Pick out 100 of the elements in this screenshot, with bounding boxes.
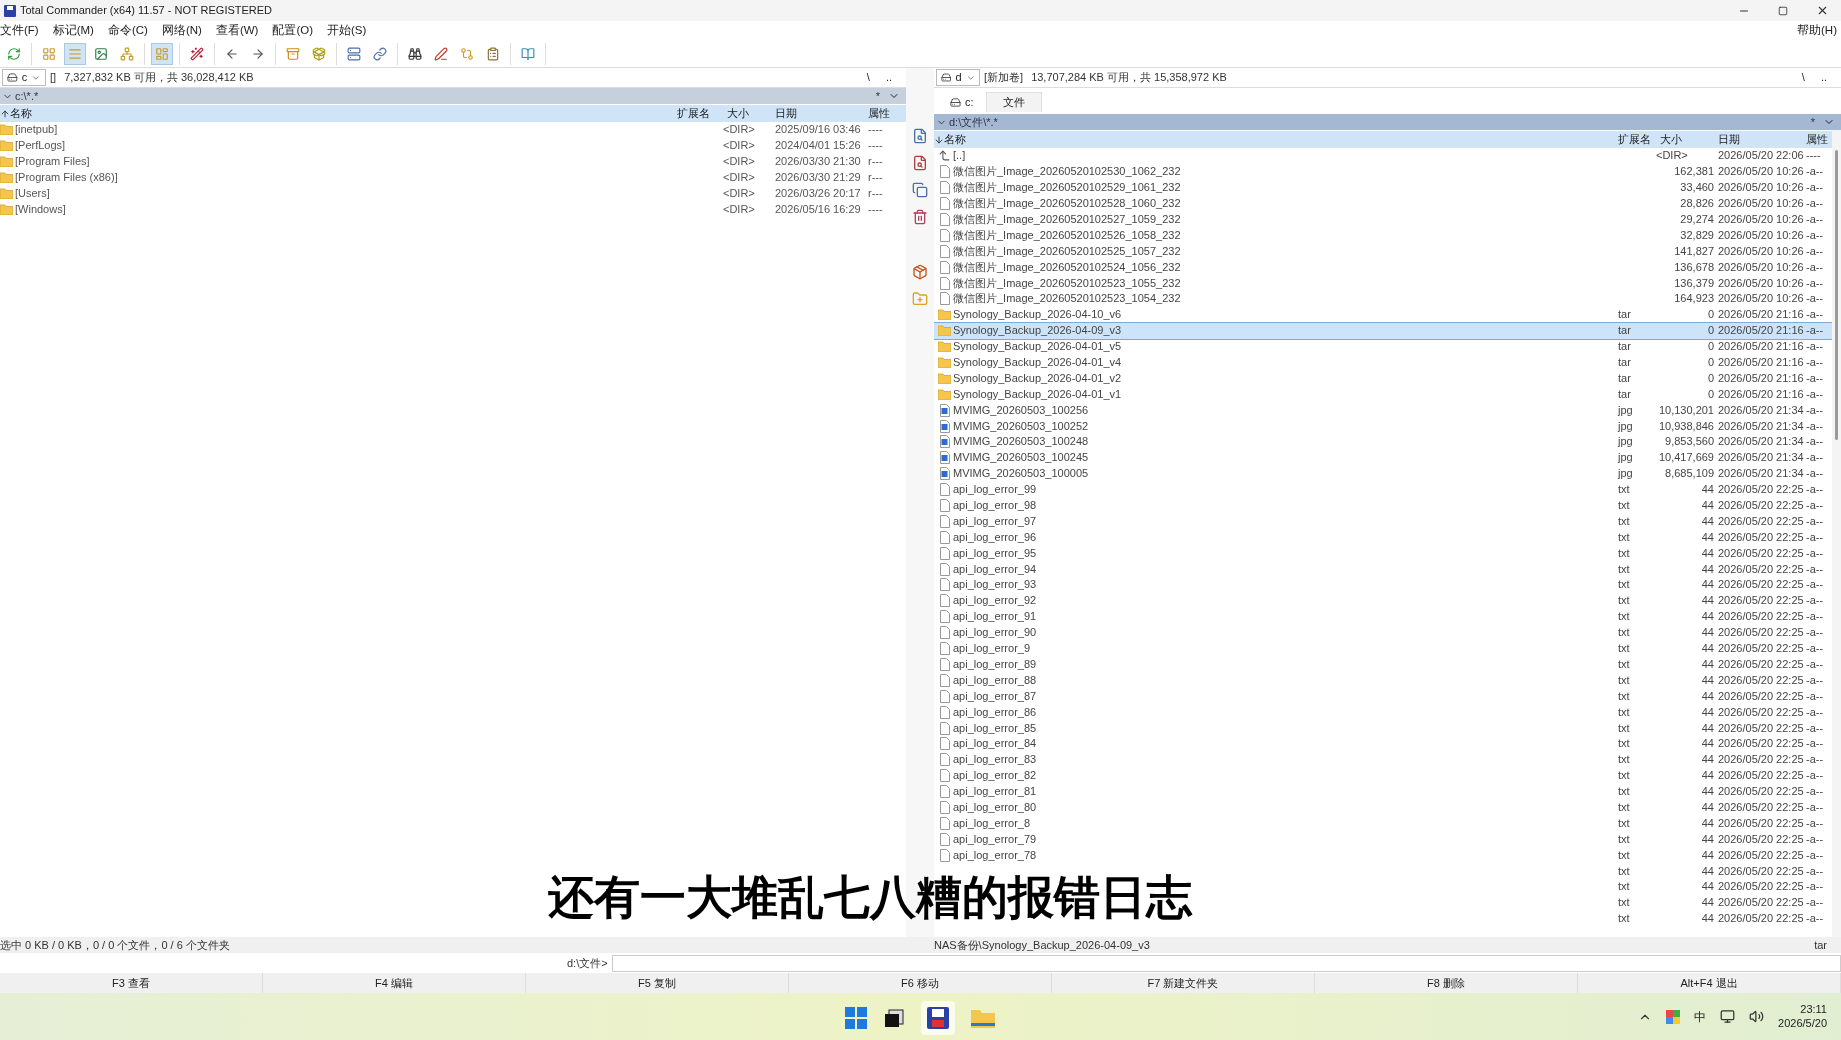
file-row[interactable]: 微信图片_Image_20260520102529_1061_232 33,460 2026/05/20 10:26 -a-- — [934, 179, 1832, 196]
file-row[interactable]: api_log_error_91 txt 44 2026/05/20 22:25 -a-- — [934, 608, 1832, 625]
file-row[interactable]: 微信图片_Image_20260520102526_1058_232 32,829 2026/05/20 10:26 -a-- — [934, 227, 1832, 244]
menu-item[interactable]: 查看(W) — [215, 21, 259, 40]
file-row[interactable]: MVIMG_20260503_100005 jpg 8,685,109 2026/05/20 21:34 -a-- — [934, 465, 1832, 482]
app-tray-icon[interactable] — [1666, 1009, 1681, 1024]
new-folder-icon[interactable] — [912, 291, 928, 307]
column-title[interactable]: 扩展名 — [677, 105, 723, 122]
file-row[interactable]: Synology_Backup_2026-04-01_v1 tar 0 2026/05/20 21:16 -a-- — [934, 386, 1832, 403]
file-row[interactable]: [Users] <DIR> 2026/03/26 20:17 r--- — [0, 185, 906, 202]
file-row[interactable]: 微信图片_Image_20260520102530_1062_232 162,381 2026/05/20 10:26 -a-- — [934, 163, 1832, 180]
file-row[interactable]: 微信图片_Image_20260520102523_1055_232 136,379 2026/05/20 10:26 -a-- — [934, 275, 1832, 291]
file-row[interactable]: api_log_error_92 txt 44 2026/05/20 22:25 -a-- — [934, 592, 1832, 609]
file-row[interactable]: MVIMG_20260503_100245 jpg 10,417,669 2026/05/20 21:34 -a-- — [934, 449, 1832, 466]
file-row[interactable]: [inetpub] <DIR> 2025/09/16 03:46 ---- — [0, 122, 906, 138]
file-row[interactable]: api_log_error_81 txt 44 2026/05/20 22:25 -a-- — [934, 783, 1832, 800]
file-row[interactable]: Synology_Backup_2026-04-01_v4 tar 0 2026/05/20 21:16 -a-- — [934, 354, 1832, 371]
file-row[interactable]: api_log_error_78 txt 44 2026/05/20 22:25 -a-- — [934, 847, 1832, 864]
network-icon[interactable] — [1720, 1009, 1736, 1024]
file-row[interactable]: Synology_Backup_2026-04-01_v2 tar 0 2026/05/20 21:16 -a-- — [934, 370, 1832, 387]
file-row[interactable]: [PerfLogs] <DIR> 2024/04/01 15:26 ---- — [0, 137, 906, 154]
file-row[interactable]: api_log_error_87 txt 44 2026/05/20 22:25 -a-- — [934, 688, 1832, 705]
menu-item[interactable]: 开始(S) — [327, 21, 367, 40]
file-row[interactable]: [..] <DIR> 2026/05/20 22:06 ---- — [934, 148, 1832, 164]
restore-icon[interactable] — [1778, 5, 1788, 16]
file-row[interactable]: api_log_error_9 txt 44 2026/05/20 22:25 -a-- — [934, 640, 1832, 657]
column-title[interactable]: 大小 — [1656, 131, 1714, 148]
file-row[interactable]: 微信图片_Image_20260520102523_1054_232 164,923 2026/05/20 10:26 -a-- — [934, 291, 1832, 307]
file-row[interactable]: [Windows] <DIR> 2026/05/16 16:29 ---- — [0, 201, 906, 218]
file-row[interactable]: api_log_error_82 txt 44 2026/05/20 22:25 -a-- — [934, 767, 1832, 784]
file-row[interactable]: 微信图片_Image_20260520102525_1057_232 141,827 2026/05/20 10:26 -a-- — [934, 243, 1832, 260]
filter-star[interactable]: * — [1810, 113, 1815, 131]
column-title[interactable]: 扩展名 — [1618, 131, 1656, 148]
column-title[interactable]: 日期 — [771, 105, 868, 122]
file-row[interactable]: api_log_error_94 txt 44 2026/05/20 22:25 -a-- — [934, 561, 1832, 578]
filter-star[interactable]: * — [875, 87, 880, 105]
taskbar-app-button[interactable] — [921, 1001, 955, 1035]
nav-link[interactable]: \ — [866, 69, 870, 86]
task-view-icon[interactable] — [883, 1007, 905, 1029]
menu-item[interactable]: 帮助(H) — [1797, 21, 1841, 40]
file-row[interactable]: api_log_error_88 txt 44 2026/05/20 22:25 -a-- — [934, 672, 1832, 689]
file-row[interactable]: api_log_error_98 txt 44 2026/05/20 22:25 -a-- — [934, 497, 1832, 514]
nav-link[interactable]: .. — [885, 69, 892, 86]
file-row[interactable]: MVIMG_20260503_100256 jpg 10,130,201 2026/05/20 21:34 -a-- — [934, 402, 1832, 419]
file-row[interactable]: api_log_error_79 txt 44 2026/05/20 22:25 -a-- — [934, 831, 1832, 848]
file-row[interactable]: txt 44 2026/05/20 22:25 -a-- — [1618, 863, 1832, 879]
clock-date[interactable]: 2026/5/20 — [1778, 1016, 1827, 1031]
file-row[interactable]: 微信图片_Image_20260520102524_1056_232 136,678 2026/05/20 10:26 -a-- — [934, 259, 1832, 276]
file-row[interactable]: Synology_Backup_2026-04-09_v3 tar 0 2026/05/20 21:16 -a-- — [934, 322, 1832, 339]
package-icon[interactable] — [912, 264, 928, 280]
file-row[interactable]: api_log_error_95 txt 44 2026/05/20 22:25 -a-- — [934, 545, 1832, 562]
file-row[interactable]: [Program Files (x86)] <DIR> 2026/03/30 21:29 r--- — [0, 169, 906, 186]
file-row[interactable]: api_log_error_89 txt 44 2026/05/20 22:25 -a-- — [934, 656, 1832, 673]
menu-item[interactable]: 标记(M) — [52, 21, 94, 40]
menu-item[interactable]: 配置(O) — [272, 21, 313, 40]
file-row[interactable]: txt 44 2026/05/20 22:25 -a-- — [1618, 878, 1832, 895]
column-title[interactable]: 大小 — [723, 105, 771, 122]
file-row[interactable]: [Program Files] <DIR> 2026/03/30 21:30 r--- — [0, 153, 906, 170]
command-input[interactable] — [611, 954, 1841, 972]
folder-tab[interactable]: 文件 — [985, 92, 1042, 112]
folder-icon[interactable] — [971, 1008, 995, 1028]
windows-logo-icon[interactable] — [845, 1007, 867, 1029]
column-title[interactable]: 属性 — [1806, 131, 1832, 148]
file-row[interactable]: 微信图片_Image_20260520102528_1060_232 28,826 2026/05/20 10:26 -a-- — [934, 195, 1832, 212]
file-row[interactable]: MVIMG_20260503_100252 jpg 10,938,846 2026/05/20 21:34 -a-- — [934, 418, 1832, 435]
file-row[interactable]: api_log_error_84 txt 44 2026/05/20 22:25 -a-- — [934, 735, 1832, 752]
search-icon[interactable] — [912, 155, 928, 171]
file-row[interactable]: api_log_error_83 txt 44 2026/05/20 22:25 -a-- — [934, 751, 1832, 768]
file-row[interactable]: api_log_error_85 txt 44 2026/05/20 22:25 -a-- — [934, 720, 1832, 736]
copy-icon[interactable] — [912, 182, 928, 198]
menu-item[interactable]: 命令(C) — [107, 21, 148, 40]
close-icon[interactable] — [1816, 4, 1829, 17]
column-title[interactable]: 名称 — [10, 105, 32, 122]
column-title[interactable]: 属性 — [868, 105, 906, 122]
file-row[interactable]: 微信图片_Image_20260520102527_1059_232 29,274 2026/05/20 10:26 -a-- — [934, 211, 1832, 228]
file-row[interactable]: api_log_error_97 txt 44 2026/05/20 22:25 -a-- — [934, 513, 1832, 530]
file-row[interactable]: txt 44 2026/05/20 22:25 -a-- — [1618, 894, 1832, 911]
file-row[interactable]: api_log_error_99 txt 44 2026/05/20 22:25 -a-- — [934, 481, 1832, 498]
menu-item[interactable]: 网络(N) — [161, 21, 202, 40]
menu-item[interactable]: 文件(F) — [0, 21, 39, 40]
scrollbar-track[interactable] — [1832, 130, 1841, 937]
clock-time[interactable]: 23:11 — [1800, 1002, 1827, 1017]
view-file-icon[interactable] — [912, 128, 928, 144]
nav-link[interactable]: \ — [1801, 69, 1805, 86]
input-method-indicator[interactable]: 中 — [1694, 1007, 1707, 1026]
scrollbar-thumb[interactable] — [1835, 150, 1838, 440]
file-row[interactable]: api_log_error_96 txt 44 2026/05/20 22:25 -a-- — [934, 529, 1832, 546]
file-row[interactable]: api_log_error_8 txt 44 2026/05/20 22:25 -a-- — [934, 815, 1832, 832]
delete-icon[interactable] — [912, 209, 928, 225]
file-row[interactable]: txt 44 2026/05/20 22:25 -a-- — [1618, 910, 1832, 927]
drive-dropdown[interactable]: c — [2, 69, 46, 86]
file-row[interactable]: api_log_error_86 txt 44 2026/05/20 22:25 -a-- — [934, 704, 1832, 721]
column-title[interactable]: 名称 — [944, 131, 966, 148]
file-row[interactable]: MVIMG_20260503_100248 jpg 9,853,560 2026/05/20 21:34 -a-- — [934, 434, 1832, 450]
nav-link[interactable]: .. — [1820, 69, 1827, 86]
file-row[interactable]: api_log_error_93 txt 44 2026/05/20 22:25 -a-- — [934, 577, 1832, 593]
file-row[interactable]: api_log_error_90 txt 44 2026/05/20 22:25 -a-- — [934, 624, 1832, 641]
volume-icon[interactable] — [1749, 1009, 1765, 1024]
column-title[interactable]: 日期 — [1714, 131, 1806, 148]
file-row[interactable]: Synology_Backup_2026-04-10_v6 tar 0 2026/05/20 21:16 -a-- — [934, 306, 1832, 323]
